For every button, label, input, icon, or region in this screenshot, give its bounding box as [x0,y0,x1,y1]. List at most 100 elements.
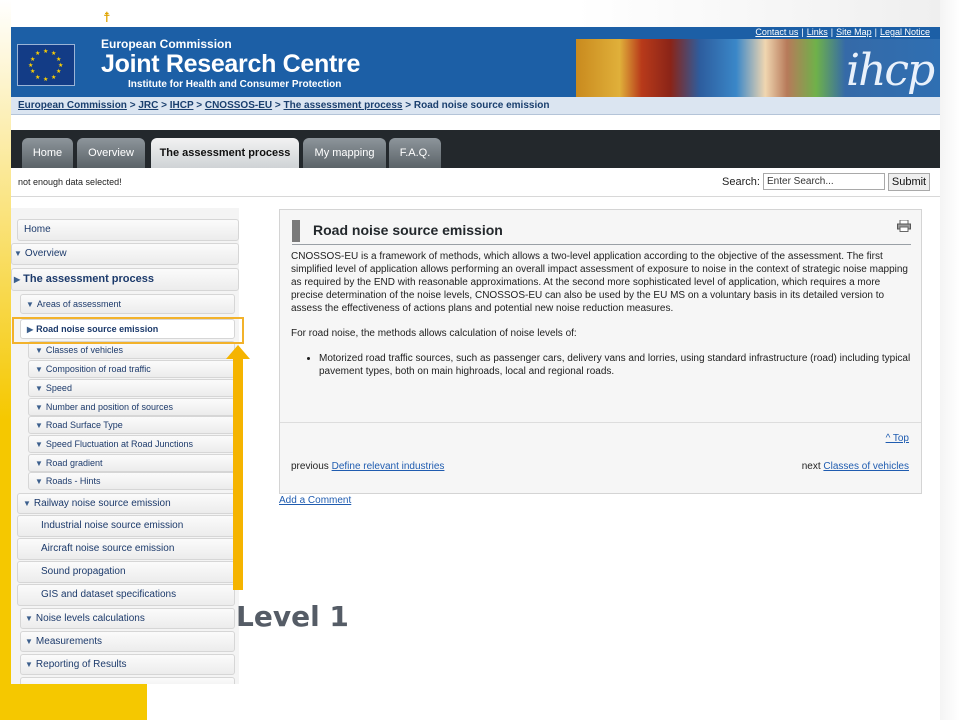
highlight-box [12,317,244,344]
sidebar-item-road-surface-type[interactable]: ▼ Road Surface Type [28,416,235,434]
sidebar-item-composition-of-road-traffic[interactable]: ▼ Composition of road traffic [28,360,235,378]
triangle-down-icon: ▼ [14,249,22,258]
site-header: ★ ★ ★ ★ ★ ★ ★ ★ ★ ★ ★ ★ European Commiss… [11,27,940,97]
content-divider [280,422,921,423]
link-separator: | [830,27,834,37]
contact-us-link[interactable]: Contact us [755,27,798,37]
content-panel: Road noise source emission CNOSSOS-EU is… [279,209,922,494]
sidebar-item-label: Speed [45,383,72,393]
header-links: Contact us | Links | Site Map | Legal Notice [755,27,930,37]
triangle-down-icon: ▼ [35,477,43,486]
submit-button[interactable]: Submit [888,173,930,191]
sidebar-item-label: The assessment process [23,273,155,285]
status-message: not enough data selected! [18,177,122,187]
links-link[interactable]: Links [807,27,828,37]
breadcrumb-separator: > [274,100,281,111]
sidebar-item-partial[interactable] [20,677,235,684]
content-paragraph: For road noise, the methods allows calcu… [291,328,577,339]
sidebar-item-label: Classes of vehicles [45,345,123,355]
sidebar-item-label: Aircraft noise source emission [41,543,175,554]
sidebar-item-areas-of-assessment[interactable]: ▼ Areas of assessment [20,294,235,314]
breadcrumb-separator: > [161,100,167,111]
slide-bottom-block [0,684,147,720]
content-list: Motorized road traffic sources, such as … [291,352,911,378]
sidebar-item-reporting-of-results[interactable]: ▼ Reporting of Results [20,654,235,675]
page-title: Road noise source emission [313,222,503,238]
list-item: Motorized road traffic sources, such as … [319,352,911,378]
triangle-down-icon: ▼ [35,459,43,468]
ihcp-logo: ihcp [846,45,935,96]
breadcrumb-european-commission[interactable]: European Commission [18,100,127,111]
sidebar-item-label: Speed Fluctuation at Road Junctions [45,439,194,449]
sidebar-item-overview[interactable]: ▼ Overview [11,243,239,265]
breadcrumb-separator: > [129,100,136,111]
tab-my-mapping[interactable]: My mapping [303,138,386,168]
search-input[interactable] [763,173,885,190]
sidebar-item-label: Noise levels calculations [35,613,145,624]
next-nav: next Classes of vehicles [802,461,909,472]
sidebar-item-label: Composition of road traffic [45,364,151,374]
triangle-down-icon: ▼ [35,421,43,430]
triangle-down-icon: ▼ [25,614,33,623]
header-title: Joint Research Centre [101,50,361,78]
sidebar-item-roads-hints[interactable]: ▼ Roads - Hints [28,472,235,490]
next-label: next [801,461,821,472]
eu-flag-icon: ★ ★ ★ ★ ★ ★ ★ ★ ★ ★ ★ ★ [17,44,75,86]
sidebar-item-speed-fluctuation[interactable]: ▼ Speed Fluctuation at Road Junctions [28,435,235,453]
sidebar-item-noise-levels-calculations[interactable]: ▼ Noise levels calculations [20,608,235,629]
sidebar-item-label: Overview [24,248,67,259]
triangle-down-icon: ▼ [35,403,43,412]
triangle-down-icon: ▼ [23,499,31,508]
sidebar-item-label: Road gradient [45,458,103,468]
tab-overview[interactable]: Overview [77,138,145,168]
breadcrumb-jrc[interactable]: JRC [138,100,158,111]
title-divider [292,244,911,245]
add-comment-link[interactable]: Add a Comment [279,495,351,506]
printer-icon[interactable] [897,220,911,232]
sidebar-item-label: GIS and dataset specifications [41,589,177,600]
triangle-down-icon: ▼ [35,384,43,393]
breadcrumb-separator: > [405,100,412,111]
sidebar-item-measurements[interactable]: ▼ Measurements [20,631,235,652]
sidebar-item-speed[interactable]: ▼ Speed [28,379,235,397]
site-map-link[interactable]: Site Map [836,27,872,37]
sidebar-item-number-and-position-of-sources[interactable]: ▼ Number and position of sources [28,398,235,416]
sidebar-item-road-gradient[interactable]: ▼ Road gradient [28,454,235,472]
sidebar-item-label: Number and position of sources [45,402,173,412]
slide-left-stripe-fade [0,0,11,420]
top-link[interactable]: ^ Top [886,433,909,444]
toolbar: not enough data selected! Search: Submit [11,168,940,197]
content-body: CNOSSOS-EU is a framework of methods, wh… [291,250,911,378]
sidebar-item-aircraft-noise[interactable]: Aircraft noise source emission [17,538,235,560]
legal-notice-link[interactable]: Legal Notice [880,27,930,37]
sidebar-item-assessment-process[interactable]: ▶ The assessment process [11,268,239,291]
tab-faq[interactable]: F.A.Q. [389,138,441,168]
link-separator: | [801,27,804,37]
sidebar-item-label: Industrial noise source emission [41,520,184,531]
tab-assessment-process[interactable]: The assessment process [151,138,299,168]
level-label: Level 1 [236,600,349,633]
sidebar-item-gis-dataset[interactable]: GIS and dataset specifications [17,584,235,606]
sidebar-item-label: Areas of assessment [36,299,121,309]
sidebar-item-label: Railway noise source emission [33,498,171,509]
sidebar-item-label: Measurements [35,636,103,647]
sidebar-item-label: Roads - Hints [45,476,101,486]
breadcrumb-ihcp[interactable]: IHCP [170,100,194,111]
title-accent-bar [292,220,300,242]
triangle-down-icon: ▼ [25,660,33,669]
tab-home[interactable]: Home [22,138,73,168]
sidebar-item-railway-noise[interactable]: ▼ Railway noise source emission [17,493,235,514]
next-link[interactable]: Classes of vehicles [823,461,909,472]
breadcrumb-cnossos-eu[interactable]: CNOSSOS-EU [205,100,272,111]
triangle-down-icon: ▼ [26,300,34,309]
breadcrumb-assessment-process[interactable]: The assessment process [284,100,403,111]
sidebar-item-industrial-noise[interactable]: Industrial noise source emission [17,515,235,537]
sidebar-item-label: Reporting of Results [35,659,127,670]
sidebar-item-home[interactable]: Home [17,219,239,241]
sidebar-item-sound-propagation[interactable]: Sound propagation [17,561,235,583]
content-paragraph: CNOSSOS-EU is a framework of methods, wh… [291,251,908,314]
previous-link[interactable]: Define relevant industries [332,461,445,472]
header-org-name: European Commission [101,37,232,51]
breadcrumb: European Commission > JRC > IHCP > CNOSS… [11,97,940,115]
sidebar-nav: Home ▼ Overview ▶ The assessment process ▼… [11,208,239,684]
